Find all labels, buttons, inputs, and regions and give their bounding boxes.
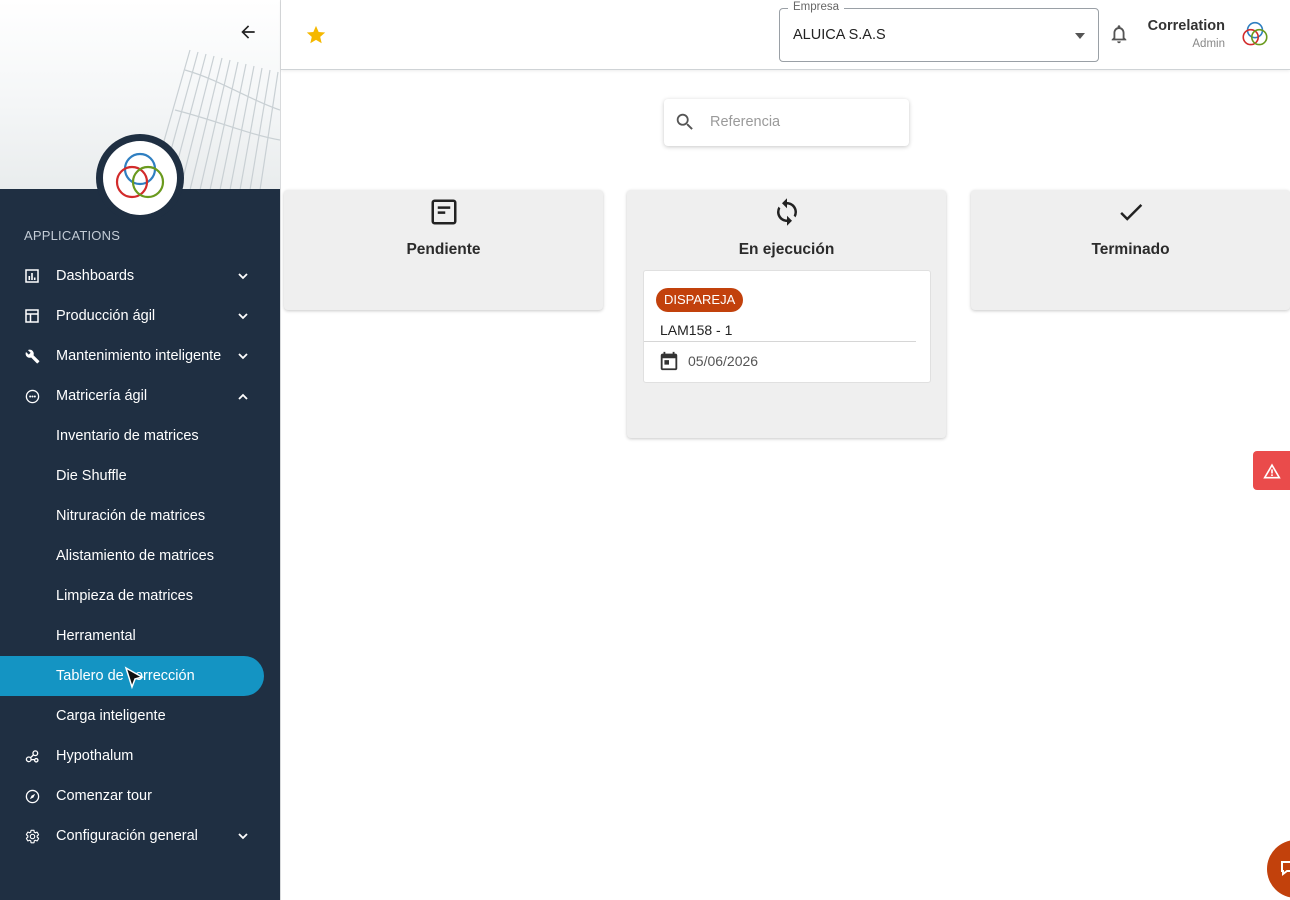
compass-icon <box>24 788 40 804</box>
brand-logo <box>96 134 184 222</box>
sidebar-item-nitruracion[interactable]: Nitruración de matrices <box>0 496 280 536</box>
top-bar: Empresa ALUICA S.A.S Correlation Admin <box>281 0 1290 70</box>
sidebar-item-label: Limpieza de matrices <box>56 588 193 604</box>
sidebar-item-label: Hypothalum <box>56 748 134 764</box>
column-terminado: Terminado <box>971 190 1290 310</box>
mouse-cursor-icon <box>124 666 144 690</box>
sidebar-item-label: Die Shuffle <box>56 468 127 484</box>
alert-tab-button[interactable] <box>1253 451 1290 490</box>
chevron-down-icon <box>236 309 250 323</box>
chat-fab-button[interactable] <box>1267 840 1290 898</box>
sync-icon <box>771 196 803 228</box>
rings-logo-icon <box>1242 21 1268 46</box>
sidebar-item-herramental[interactable]: Herramental <box>0 616 280 656</box>
warning-icon <box>1262 463 1281 478</box>
gear-icon <box>24 828 40 844</box>
search-icon <box>676 113 693 130</box>
chevron-down-icon <box>236 829 250 843</box>
bar-chart-icon <box>24 268 40 284</box>
applications-label: APPLICATIONS <box>24 228 121 243</box>
sidebar-item-comenzar-tour[interactable]: Comenzar tour <box>0 776 280 816</box>
sidebar-item-label: Matricería ágil <box>56 388 148 404</box>
card-divider <box>644 341 916 342</box>
chat-icon <box>1281 861 1290 876</box>
column-title: En ejecución <box>738 241 835 258</box>
card-reference: LAM158 - 1 <box>660 322 733 338</box>
die-icon <box>24 388 40 404</box>
column-en-ejecucion: En ejecución DISPAREJA LAM158 - 1 05/06/… <box>627 190 946 438</box>
rings-logo-icon <box>115 152 165 199</box>
check-icon <box>1115 196 1147 228</box>
hub-icon <box>24 748 40 764</box>
sidebar: APPLICATIONS Dashboards Producción ágil … <box>0 0 280 900</box>
search-input[interactable] <box>710 109 900 135</box>
wrench-icon <box>24 348 40 364</box>
favorite-star-icon[interactable] <box>305 24 327 46</box>
calendar-icon <box>660 351 678 371</box>
chevron-up-icon <box>236 389 250 403</box>
sidebar-item-label: Producción ágil <box>56 308 156 324</box>
empresa-label: Empresa <box>788 1 845 13</box>
dropdown-arrow-icon <box>1075 33 1085 39</box>
sidebar-item-label: Comenzar tour <box>56 788 152 804</box>
column-title: Terminado <box>1091 241 1170 258</box>
notification-bell-icon[interactable] <box>1108 22 1130 46</box>
column-title: Pendiente <box>406 241 481 258</box>
sidebar-item-label: Nitruración de matrices <box>56 508 206 524</box>
chevron-down-icon <box>236 349 250 363</box>
sidebar-item-label: Configuración general <box>56 828 198 844</box>
back-arrow-icon[interactable] <box>234 18 262 46</box>
sidebar-item-matriceria-agil[interactable]: Matricería ágil <box>0 376 280 416</box>
sidebar-item-dashboards[interactable]: Dashboards <box>0 256 280 296</box>
user-role: Admin <box>1192 38 1225 50</box>
avatar[interactable] <box>1237 17 1273 53</box>
table-chart-icon <box>24 308 40 324</box>
correction-card[interactable]: DISPAREJA LAM158 - 1 05/06/2026 <box>643 270 931 383</box>
chevron-down-icon <box>236 269 250 283</box>
status-badge: DISPAREJA <box>656 288 744 312</box>
sidebar-item-produccion-agil[interactable]: Producción ágil <box>0 296 280 336</box>
reference-search <box>664 99 909 146</box>
sidebar-item-hypothalum[interactable]: Hypothalum <box>0 736 280 776</box>
sidebar-item-configuracion-general[interactable]: Configuración general <box>0 816 280 856</box>
sidebar-item-label: Alistamiento de matrices <box>56 548 214 564</box>
empresa-value: ALUICA S.A.S <box>793 27 886 43</box>
sidebar-item-mantenimiento[interactable]: Mantenimiento inteligente <box>0 336 280 376</box>
sidebar-item-label: Mantenimiento inteligente <box>56 348 222 364</box>
sidebar-item-label: Inventario de matrices <box>56 428 199 444</box>
sidebar-item-inventario-matrices[interactable]: Inventario de matrices <box>0 416 280 456</box>
empresa-select[interactable]: Empresa ALUICA S.A.S <box>779 1 1099 62</box>
sidebar-item-limpieza[interactable]: Limpieza de matrices <box>0 576 280 616</box>
sidebar-item-die-shuffle[interactable]: Die Shuffle <box>0 456 280 496</box>
sidebar-item-label: Carga inteligente <box>56 708 166 724</box>
sidebar-item-alistamiento[interactable]: Alistamiento de matrices <box>0 536 280 576</box>
article-icon <box>428 196 460 228</box>
sidebar-item-carga-inteligente[interactable]: Carga inteligente <box>0 696 280 736</box>
user-name: Correlation <box>1147 18 1225 34</box>
sidebar-item-label: Dashboards <box>56 268 135 284</box>
column-pendiente: Pendiente <box>284 190 603 310</box>
sidebar-divider <box>280 0 281 900</box>
sidebar-item-label: Herramental <box>56 628 136 644</box>
card-date: 05/06/2026 <box>688 353 759 369</box>
sidebar-menu: Dashboards Producción ágil Mantenimiento… <box>0 256 280 856</box>
